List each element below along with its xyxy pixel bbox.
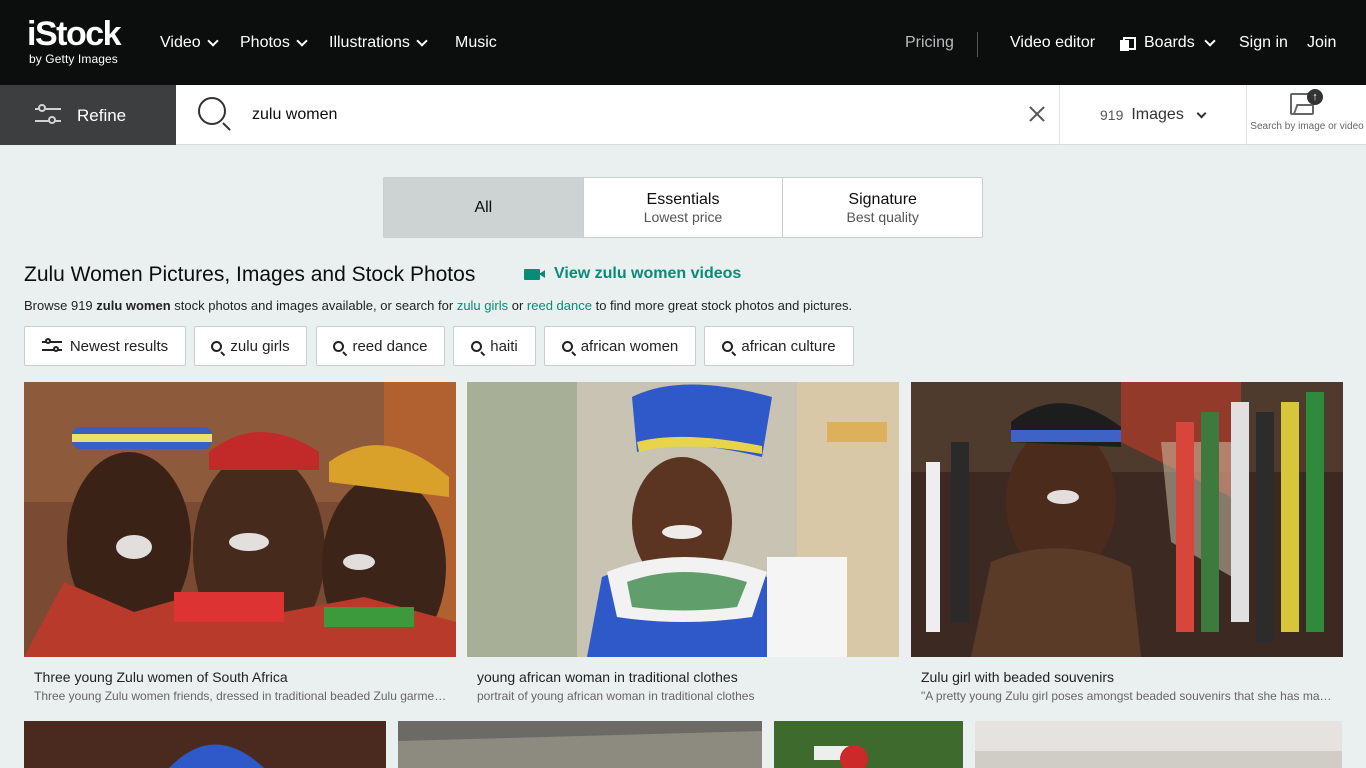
view-videos-label: View zulu women videos xyxy=(554,265,742,282)
result-description: "A pretty young Zulu girl poses amongst … xyxy=(921,689,1336,703)
nav-divider xyxy=(977,32,978,57)
page-title: Zulu Women Pictures, Images and Stock Ph… xyxy=(24,263,476,286)
tab-signature[interactable]: Signature Best quality xyxy=(783,178,982,237)
result-title[interactable]: young african woman in traditional cloth… xyxy=(477,669,738,686)
nav-video-editor-label: Video editor xyxy=(1010,34,1096,51)
nav-music[interactable]: Music xyxy=(455,33,497,53)
tab-essentials[interactable]: Essentials Lowest price xyxy=(584,178,784,237)
browse-or: or xyxy=(508,298,527,313)
search-icon xyxy=(561,340,573,352)
search-icon xyxy=(722,340,734,352)
browse-middle: stock photos and images available, or se… xyxy=(170,298,457,313)
browse-query: zulu women xyxy=(96,298,171,313)
search-input[interactable] xyxy=(252,102,1012,128)
tab-signature-title: Signature xyxy=(848,190,917,208)
upload-icon: ↑ xyxy=(1307,89,1323,105)
nav-illustrations[interactable]: Illustrations xyxy=(329,33,428,53)
result-title[interactable]: Three young Zulu women of South Africa xyxy=(34,669,288,686)
search-bar: Refine 919 Images ↑ Search by image or v… xyxy=(0,85,1366,145)
nav-music-label: Music xyxy=(455,34,497,51)
video-camera-icon xyxy=(524,268,545,280)
result-photo[interactable] xyxy=(467,382,899,657)
search-icon xyxy=(211,340,223,352)
join-label: Join xyxy=(1307,34,1337,51)
chip-haiti[interactable]: haiti xyxy=(453,326,536,366)
result-count: 919 xyxy=(1100,107,1124,123)
chevron-down-icon xyxy=(206,35,219,47)
nav-photos[interactable]: Photos xyxy=(240,33,308,53)
media-type-label: Images xyxy=(1131,106,1184,123)
chip-label: african culture xyxy=(741,337,836,355)
result-photo[interactable] xyxy=(975,721,1342,768)
tab-all-title: All xyxy=(474,199,493,216)
result-description: portrait of young african woman in tradi… xyxy=(477,689,755,703)
result-title[interactable]: Zulu girl with beaded souvenirs xyxy=(921,669,1114,686)
logo-subtitle: by Getty Images xyxy=(29,52,118,66)
nav-pricing[interactable]: Pricing xyxy=(905,33,954,53)
chip-label: zulu girls xyxy=(230,337,290,355)
result-photo[interactable] xyxy=(398,721,762,768)
view-videos-link[interactable]: View zulu women videos xyxy=(524,265,741,283)
chevron-down-icon xyxy=(1196,108,1207,118)
nav-illustrations-label: Illustrations xyxy=(329,34,410,51)
istock-logo[interactable]: iStock by Getty Images xyxy=(27,16,139,68)
chevron-down-icon xyxy=(1204,35,1216,47)
result-photo[interactable] xyxy=(24,382,456,657)
search-by-image-button[interactable]: ↑ Search by image or video xyxy=(1246,85,1366,145)
chip-label: haiti xyxy=(490,337,518,355)
result-description: Three young Zulu women friends, dressed … xyxy=(34,689,449,703)
logo-wordmark: iStock xyxy=(27,15,122,53)
boards-icon xyxy=(1120,36,1136,51)
media-type-select[interactable]: 919 Images xyxy=(1059,85,1246,145)
nav-boards[interactable]: Boards xyxy=(1120,33,1216,53)
close-icon[interactable] xyxy=(1027,104,1047,124)
chevron-down-icon xyxy=(416,35,428,47)
chip-african-culture[interactable]: african culture xyxy=(704,326,854,366)
nav-photos-label: Photos xyxy=(240,34,290,51)
nav-video-label: Video xyxy=(160,34,201,51)
search-icon xyxy=(333,340,345,352)
tab-signature-subtitle: Best quality xyxy=(846,208,919,225)
result-photo[interactable] xyxy=(774,721,963,768)
result-photo[interactable] xyxy=(24,721,386,768)
nav-video[interactable]: Video xyxy=(160,33,219,53)
browse-prefix: Browse 919 xyxy=(24,298,97,313)
sliders-icon xyxy=(35,104,61,125)
chevron-down-icon xyxy=(296,35,308,47)
sliders-icon xyxy=(41,338,62,353)
chip-label: Newest results xyxy=(69,337,169,355)
nav-boards-label: Boards xyxy=(1144,34,1195,51)
license-tabs: All Essentials Lowest price Signature Be… xyxy=(383,177,983,238)
browse-suffix: to find more great stock photos and pict… xyxy=(591,298,853,313)
search-icon[interactable] xyxy=(198,97,232,131)
tab-essentials-title: Essentials xyxy=(646,190,720,208)
newest-results-chip[interactable]: Newest results xyxy=(24,326,186,366)
sign-in-link[interactable]: Sign in xyxy=(1239,33,1288,53)
refine-label: Refine xyxy=(77,106,127,125)
related-link-reed-dance[interactable]: reed dance xyxy=(527,298,592,313)
join-link[interactable]: Join xyxy=(1307,33,1336,53)
tab-all[interactable]: All xyxy=(384,178,584,237)
nav-pricing-label: Pricing xyxy=(905,34,954,51)
search-icon xyxy=(471,340,483,352)
chip-african-women[interactable]: african women xyxy=(544,326,696,366)
chip-reed-dance[interactable]: reed dance xyxy=(316,326,445,366)
related-link-zulu-girls[interactable]: zulu girls xyxy=(457,298,508,313)
nav-video-editor[interactable]: Video editor xyxy=(1010,33,1095,53)
tab-essentials-subtitle: Lowest price xyxy=(643,208,723,225)
browse-description: Browse 919 zulu women stock photos and i… xyxy=(24,298,852,314)
chip-zulu-girls[interactable]: zulu girls xyxy=(194,326,307,366)
chip-label: reed dance xyxy=(352,337,428,355)
sign-in-label: Sign in xyxy=(1239,34,1288,51)
result-photo[interactable] xyxy=(911,382,1343,657)
refine-button[interactable]: Refine xyxy=(0,85,176,145)
top-nav: iStock by Getty Images Video Photos Illu… xyxy=(0,0,1366,85)
chip-label: african women xyxy=(580,337,679,355)
search-by-image-label: Search by image or video xyxy=(1250,121,1364,132)
